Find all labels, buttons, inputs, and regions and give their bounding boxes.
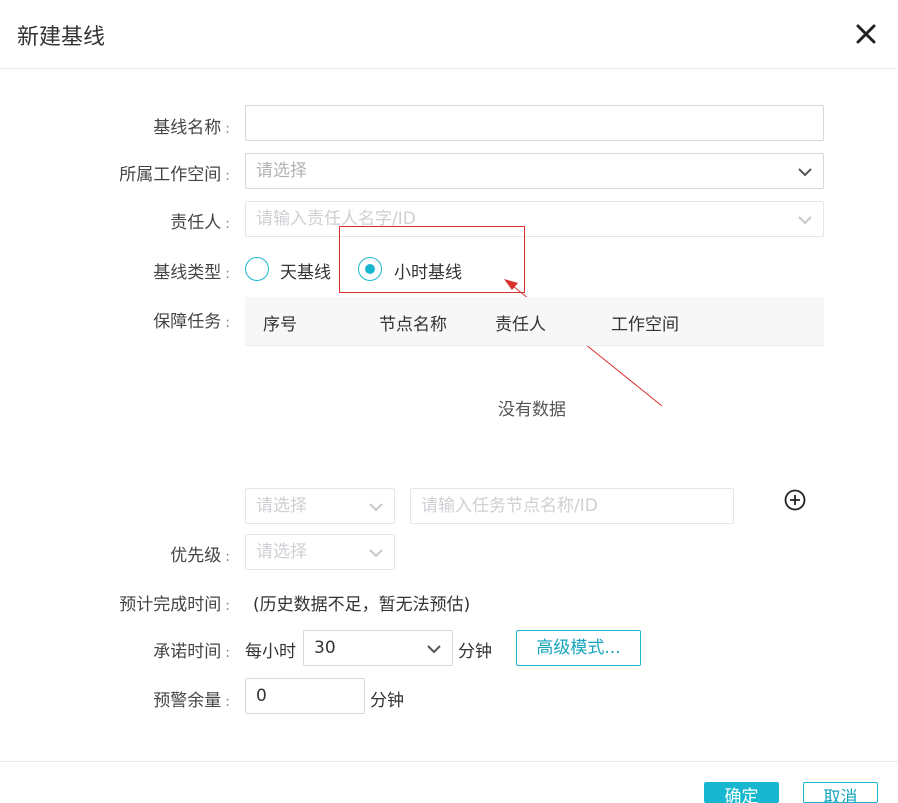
workspace-select[interactable]: 请选择: [245, 153, 824, 189]
close-icon[interactable]: [854, 22, 878, 46]
baseline-name-input[interactable]: [245, 105, 824, 141]
task-node-input[interactable]: 请输入任务节点名称/ID: [410, 488, 734, 524]
column-header-index: 序号: [263, 315, 297, 335]
column-header-workspace: 工作空间: [611, 315, 679, 335]
commit-time-unit: 分钟: [458, 642, 492, 662]
footer-divider: [0, 761, 898, 762]
warning-margin-unit: 分钟: [370, 691, 404, 711]
tasks-label: 保障任务:: [153, 312, 230, 332]
chevron-down-icon: [369, 549, 383, 558]
commit-time-select-value: 30: [314, 638, 336, 658]
workspace-label: 所属工作空间:: [119, 165, 230, 185]
owner-select[interactable]: 请输入责任人名字/ID: [245, 201, 824, 237]
estimated-time-label: 预计完成时间:: [119, 595, 230, 615]
task-workspace-select-placeholder: 请选择: [256, 496, 307, 516]
priority-select[interactable]: 请选择: [245, 534, 395, 570]
commit-time-select[interactable]: 30: [303, 630, 453, 666]
warning-margin-input[interactable]: 0: [245, 678, 365, 714]
warning-margin-value: 0: [256, 686, 267, 706]
column-header-owner: 责任人: [495, 315, 546, 335]
advanced-mode-button[interactable]: 高级模式...: [516, 630, 641, 666]
tasks-table-header: 序号 节点名称 责任人 工作空间: [245, 297, 824, 346]
tasks-empty-text: 没有数据: [498, 400, 566, 420]
dialog-header: 新建基线: [0, 0, 896, 69]
chevron-down-icon: [798, 216, 812, 225]
priority-select-placeholder: 请选择: [256, 542, 307, 562]
task-node-input-placeholder: 请输入任务节点名称/ID: [421, 496, 598, 516]
estimated-time-value: (历史数据不足，暂无法预估): [253, 595, 471, 615]
chevron-down-icon: [427, 645, 441, 654]
ok-button[interactable]: 确定: [704, 782, 779, 803]
column-header-node-name: 节点名称: [379, 315, 447, 335]
chevron-down-icon: [369, 503, 383, 512]
priority-label: 优先级:: [170, 546, 230, 566]
chevron-down-icon: [798, 168, 812, 177]
task-workspace-select[interactable]: 请选择: [245, 488, 395, 524]
baseline-type-label: 基线类型:: [153, 263, 230, 283]
warning-margin-label: 预警余量:: [153, 691, 230, 711]
dialog-title: 新建基线: [17, 25, 106, 50]
daily-baseline-radio[interactable]: [245, 257, 269, 281]
commit-time-label: 承诺时间:: [153, 642, 230, 662]
owner-label: 责任人:: [170, 213, 230, 233]
workspace-select-placeholder: 请选择: [256, 161, 307, 181]
new-baseline-dialog: 新建基线 基线名称: 所属工作空间: 请选择 责任人: 请输入责任人名字/ID …: [0, 0, 898, 803]
daily-baseline-label[interactable]: 天基线: [280, 258, 331, 283]
baseline-name-label: 基线名称:: [153, 118, 230, 138]
commit-time-prefix: 每小时: [245, 642, 296, 662]
cancel-button[interactable]: 取消: [803, 782, 878, 803]
add-circle-icon[interactable]: [784, 489, 806, 511]
